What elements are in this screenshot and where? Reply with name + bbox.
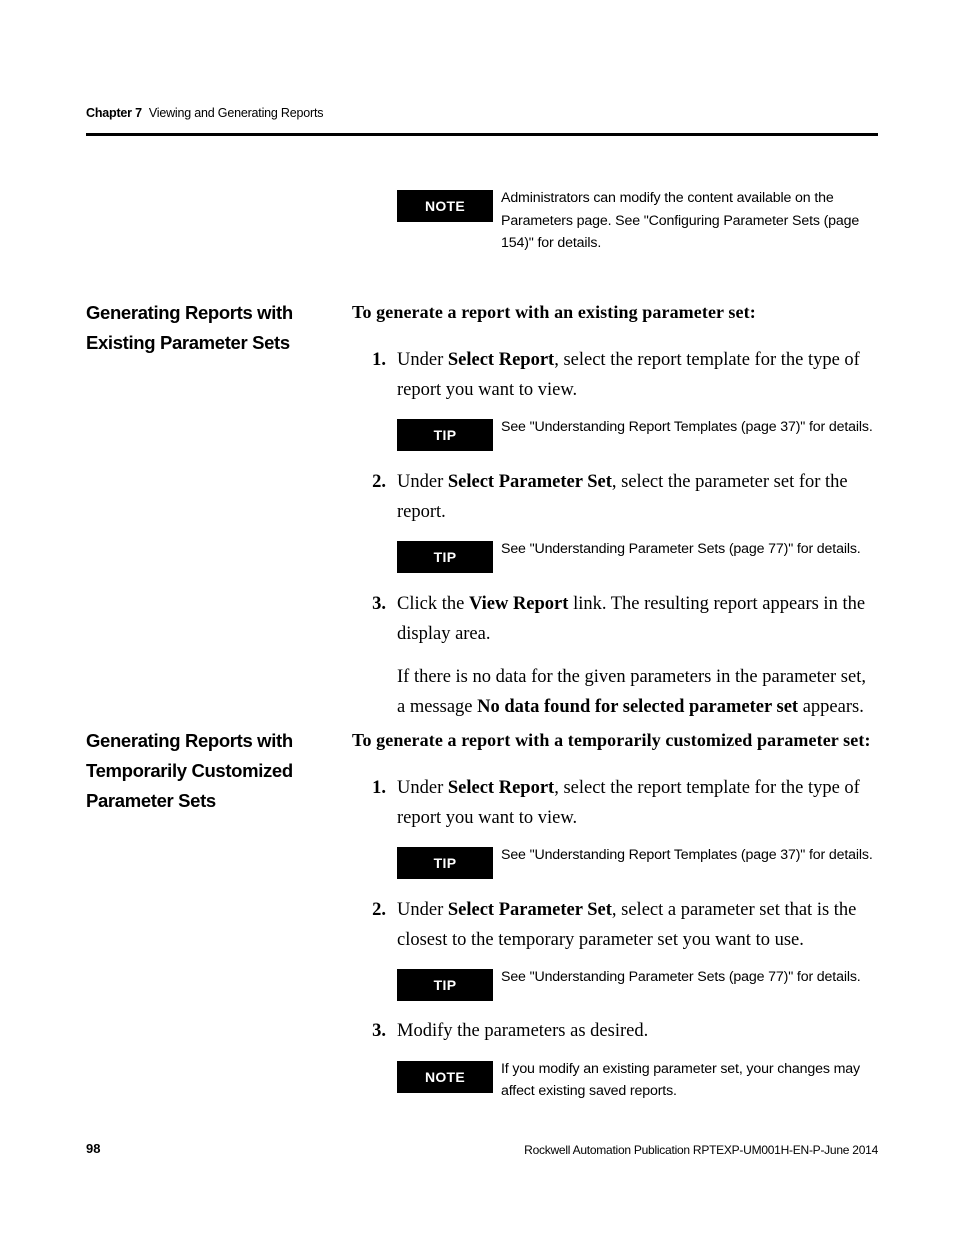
header-rule — [86, 133, 878, 136]
step-item: 1. Under Select Report, select the repor… — [352, 346, 878, 405]
step-text: Under Select Report, select the report t… — [397, 346, 878, 405]
step-text-pre: Under — [397, 472, 448, 492]
section-two-heading-line3: Parameter Sets — [86, 790, 216, 811]
section-one-heading-line1: Generating Reports with — [86, 302, 293, 323]
step-number: 1. — [372, 778, 386, 798]
tip-admonition: TIP See "Understanding Parameter Sets (p… — [352, 541, 878, 573]
section-one-heading-line2: Existing Parameter Sets — [86, 332, 290, 353]
step-number: 3. — [372, 594, 386, 614]
step-item: 2. Under Select Parameter Set, select a … — [352, 896, 878, 955]
tip-label: TIP — [397, 847, 493, 879]
section-two-heading-line1: Generating Reports with — [86, 730, 293, 751]
step-text-pre: Click the — [397, 594, 469, 614]
step-number: 2. — [372, 900, 386, 920]
step-text: Under Select Report, select the report t… — [397, 774, 878, 833]
note-label: NOTE — [397, 1060, 493, 1093]
ui-element-name: Select Parameter Set — [447, 900, 612, 920]
message-text: No data found for selected parameter set — [477, 696, 799, 717]
section-two-body: To generate a report with a temporarily … — [352, 727, 878, 1103]
tip-label: TIP — [397, 419, 493, 451]
step-continuation-paragraph: If there is no data for the given parame… — [352, 663, 878, 722]
ui-element-name: Select Report — [447, 778, 555, 798]
step-text-pre: Under — [397, 350, 448, 370]
step-text-pre: Under — [397, 900, 448, 920]
tip-label: TIP — [397, 969, 493, 1001]
header-chapter-title: Viewing and Generating Reports — [148, 106, 324, 120]
step-text: Under Select Parameter Set, select a par… — [397, 896, 878, 955]
header-chapter-label: Chapter 7 — [86, 106, 142, 120]
ui-element-name: View Report — [468, 594, 569, 614]
step-item: 3. Click the View Report link. The resul… — [352, 590, 878, 649]
section-two-heading-line2: Temporarily Customized — [86, 760, 293, 781]
step-number: 2. — [372, 472, 386, 492]
section-two-lead: To generate a report with a temporarily … — [352, 730, 871, 750]
note-label: NOTE — [397, 190, 493, 222]
step-text: Under Select Parameter Set, select the p… — [397, 468, 878, 527]
section-one-lead: To generate a report with an existing pa… — [352, 302, 756, 322]
tip-text: See "Understanding Parameter Sets (page … — [501, 969, 861, 985]
tip-admonition: TIP See "Understanding Report Templates … — [352, 419, 878, 451]
tip-text: See "Understanding Report Templates (pag… — [501, 847, 873, 863]
top-note-block: NOTE Administrators can modify the conte… — [352, 190, 878, 255]
tip-text: See "Understanding Report Templates (pag… — [501, 419, 873, 435]
footer-page-number: 98 — [86, 1141, 101, 1156]
document-page: Chapter 7 Viewing and Generating Reports … — [0, 0, 954, 1235]
step-item: 2. Under Select Parameter Set, select th… — [352, 468, 878, 527]
note-text: Administrators can modify the content av… — [501, 190, 860, 251]
step-text-pre: Under — [397, 778, 448, 798]
continuation-post: appears. — [798, 696, 864, 717]
note-text: If you modify an existing parameter set,… — [501, 1060, 860, 1100]
tip-admonition: TIP See "Understanding Report Templates … — [352, 847, 878, 879]
section-one-body: To generate a report with an existing pa… — [352, 299, 878, 722]
step-item: 3. Modify the parameters as desired. — [352, 1017, 878, 1047]
ui-element-name: Select Report — [447, 350, 555, 370]
note-admonition: NOTE If you modify an existing parameter… — [352, 1060, 878, 1103]
section-two-steps: 1. Under Select Report, select the repor… — [352, 774, 878, 1103]
running-header: Chapter 7 Viewing and Generating Reports — [86, 106, 878, 120]
ui-element-name: Select Parameter Set — [447, 472, 612, 492]
step-number: 3. — [372, 1021, 386, 1041]
step-number: 1. — [372, 350, 386, 370]
step-text: Click the View Report link. The resultin… — [397, 590, 878, 649]
note-admonition: NOTE Administrators can modify the conte… — [352, 190, 878, 255]
tip-text: See "Understanding Parameter Sets (page … — [501, 541, 861, 557]
tip-label: TIP — [397, 541, 493, 573]
section-two-heading: Generating Reports with Temporarily Cust… — [86, 726, 336, 816]
step-item: 1. Under Select Report, select the repor… — [352, 774, 878, 833]
section-one-heading: Generating Reports with Existing Paramet… — [86, 298, 336, 358]
section-one-steps: 1. Under Select Report, select the repor… — [352, 346, 878, 722]
tip-admonition: TIP See "Understanding Parameter Sets (p… — [352, 969, 878, 1001]
footer-publication: Rockwell Automation Publication RPTEXP-U… — [524, 1143, 878, 1157]
step-text: Modify the parameters as desired. — [397, 1021, 649, 1041]
